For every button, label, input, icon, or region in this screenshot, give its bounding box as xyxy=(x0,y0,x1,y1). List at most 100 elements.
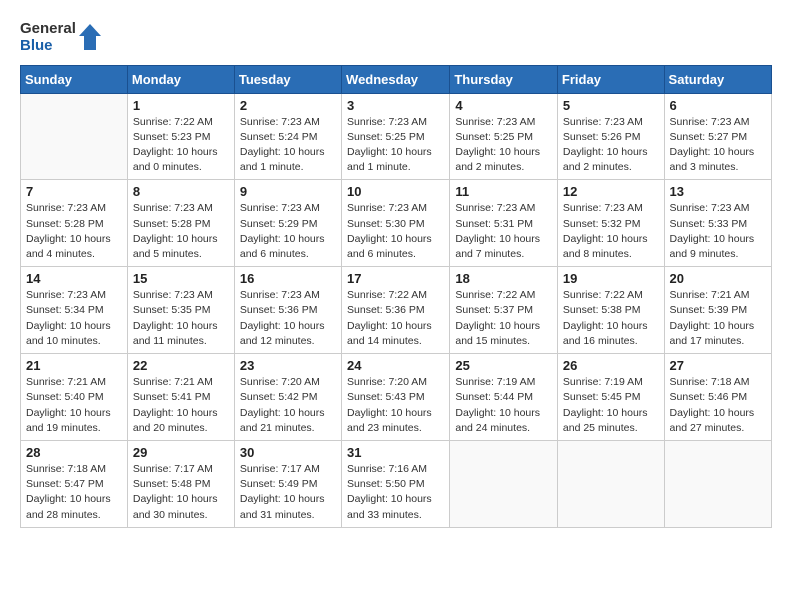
calendar-cell: 12Sunrise: 7:23 AMSunset: 5:32 PMDayligh… xyxy=(557,180,664,267)
day-number: 1 xyxy=(133,98,229,113)
day-number: 9 xyxy=(240,184,336,199)
day-number: 14 xyxy=(26,271,122,286)
day-number: 18 xyxy=(455,271,552,286)
logo-text-general: General xyxy=(20,20,76,37)
calendar-cell: 11Sunrise: 7:23 AMSunset: 5:31 PMDayligh… xyxy=(450,180,558,267)
col-header-wednesday: Wednesday xyxy=(342,65,450,93)
day-info: Sunrise: 7:19 AMSunset: 5:45 PMDaylight:… xyxy=(563,375,659,436)
calendar-cell: 27 Sunrise: 7:18 AMSunset: 5:46 PMDayligh… xyxy=(664,354,771,441)
day-info: Sunrise: 7:23 AMSunset: 5:26 PMDaylight:… xyxy=(563,115,659,176)
calendar-cell: 19Sunrise: 7:22 AMSunset: 5:38 PMDayligh… xyxy=(557,267,664,354)
day-info: Sunrise: 7:23 AMSunset: 5:28 PMDaylight:… xyxy=(26,201,122,262)
calendar-cell: 24 Sunrise: 7:20 AMSunset: 5:43 PMDayligh… xyxy=(342,354,450,441)
day-number: 3 xyxy=(347,98,444,113)
day-info: Sunrise: 7:17 AMSunset: 5:49 PMDaylight:… xyxy=(240,462,336,523)
day-info: Sunrise: 7:23 AMSunset: 5:30 PMDaylight:… xyxy=(347,201,444,262)
calendar-cell: 9 Sunrise: 7:23 AMSunset: 5:29 PMDaylight… xyxy=(234,180,341,267)
day-number: 16 xyxy=(240,271,336,286)
calendar-cell: 3 Sunrise: 7:23 AMSunset: 5:25 PMDaylight… xyxy=(342,93,450,180)
calendar-cell: 6 Sunrise: 7:23 AMSunset: 5:27 PMDaylight… xyxy=(664,93,771,180)
calendar-cell: 7 Sunrise: 7:23 AMSunset: 5:28 PMDaylight… xyxy=(21,180,128,267)
calendar-cell: 4 Sunrise: 7:23 AMSunset: 5:25 PMDaylight… xyxy=(450,93,558,180)
calendar-header-row: SundayMondayTuesdayWednesdayThursdayFrid… xyxy=(21,65,772,93)
day-info: Sunrise: 7:23 AMSunset: 5:25 PMDaylight:… xyxy=(455,115,552,176)
day-number: 12 xyxy=(563,184,659,199)
day-number: 2 xyxy=(240,98,336,113)
calendar-cell: 25Sunrise: 7:19 AMSunset: 5:44 PMDayligh… xyxy=(450,354,558,441)
day-number: 10 xyxy=(347,184,444,199)
day-info: Sunrise: 7:18 AMSunset: 5:47 PMDaylight:… xyxy=(26,462,122,523)
day-info: Sunrise: 7:23 AMSunset: 5:35 PMDaylight:… xyxy=(133,288,229,349)
day-info: Sunrise: 7:17 AMSunset: 5:48 PMDaylight:… xyxy=(133,462,229,523)
calendar-cell: 15 Sunrise: 7:23 AMSunset: 5:35 PMDayligh… xyxy=(127,267,234,354)
col-header-saturday: Saturday xyxy=(664,65,771,93)
calendar-week-row: 28Sunrise: 7:18 AMSunset: 5:47 PMDayligh… xyxy=(21,441,772,528)
calendar-cell: 28Sunrise: 7:18 AMSunset: 5:47 PMDayligh… xyxy=(21,441,128,528)
day-number: 5 xyxy=(563,98,659,113)
day-info: Sunrise: 7:22 AMSunset: 5:38 PMDaylight:… xyxy=(563,288,659,349)
day-number: 4 xyxy=(455,98,552,113)
day-info: Sunrise: 7:23 AMSunset: 5:24 PMDaylight:… xyxy=(240,115,336,176)
day-number: 29 xyxy=(133,445,229,460)
day-number: 30 xyxy=(240,445,336,460)
calendar-cell: 31Sunrise: 7:16 AMSunset: 5:50 PMDayligh… xyxy=(342,441,450,528)
calendar-cell xyxy=(450,441,558,528)
calendar-cell: 16 Sunrise: 7:23 AMSunset: 5:36 PMDayligh… xyxy=(234,267,341,354)
calendar-week-row: 21 Sunrise: 7:21 AMSunset: 5:40 PMDayligh… xyxy=(21,354,772,441)
calendar-cell xyxy=(664,441,771,528)
day-number: 7 xyxy=(26,184,122,199)
day-number: 26 xyxy=(563,358,659,373)
day-info: Sunrise: 7:23 AMSunset: 5:34 PMDaylight:… xyxy=(26,288,122,349)
day-number: 8 xyxy=(133,184,229,199)
day-number: 13 xyxy=(670,184,766,199)
day-info: Sunrise: 7:23 AMSunset: 5:27 PMDaylight:… xyxy=(670,115,766,176)
day-info: Sunrise: 7:19 AMSunset: 5:44 PMDaylight:… xyxy=(455,375,552,436)
logo-wordmark: General Blue xyxy=(20,20,101,55)
day-number: 17 xyxy=(347,271,444,286)
col-header-monday: Monday xyxy=(127,65,234,93)
day-number: 20 xyxy=(670,271,766,286)
calendar-week-row: 7 Sunrise: 7:23 AMSunset: 5:28 PMDaylight… xyxy=(21,180,772,267)
calendar-cell: 8Sunrise: 7:23 AMSunset: 5:28 PMDaylight… xyxy=(127,180,234,267)
logo: General Blue xyxy=(20,20,101,55)
calendar-cell: 23Sunrise: 7:20 AMSunset: 5:42 PMDayligh… xyxy=(234,354,341,441)
day-number: 27 xyxy=(670,358,766,373)
calendar-cell: 13 Sunrise: 7:23 AMSunset: 5:33 PMDayligh… xyxy=(664,180,771,267)
logo-bird-icon xyxy=(79,22,101,52)
day-info: Sunrise: 7:21 AMSunset: 5:39 PMDaylight:… xyxy=(670,288,766,349)
calendar-week-row: 1 Sunrise: 7:22 AMSunset: 5:23 PMDaylight… xyxy=(21,93,772,180)
day-info: Sunrise: 7:21 AMSunset: 5:40 PMDaylight:… xyxy=(26,375,122,436)
calendar-cell xyxy=(21,93,128,180)
header: General Blue xyxy=(20,20,772,55)
day-info: Sunrise: 7:22 AMSunset: 5:23 PMDaylight:… xyxy=(133,115,229,176)
logo-text-blue: Blue xyxy=(20,37,76,54)
col-header-sunday: Sunday xyxy=(21,65,128,93)
day-info: Sunrise: 7:22 AMSunset: 5:37 PMDaylight:… xyxy=(455,288,552,349)
day-number: 22 xyxy=(133,358,229,373)
day-info: Sunrise: 7:23 AMSunset: 5:36 PMDaylight:… xyxy=(240,288,336,349)
day-info: Sunrise: 7:22 AMSunset: 5:36 PMDaylight:… xyxy=(347,288,444,349)
calendar-cell: 20 Sunrise: 7:21 AMSunset: 5:39 PMDayligh… xyxy=(664,267,771,354)
calendar-week-row: 14 Sunrise: 7:23 AMSunset: 5:34 PMDayligh… xyxy=(21,267,772,354)
day-info: Sunrise: 7:23 AMSunset: 5:29 PMDaylight:… xyxy=(240,201,336,262)
day-number: 21 xyxy=(26,358,122,373)
calendar-cell: 18 Sunrise: 7:22 AMSunset: 5:37 PMDayligh… xyxy=(450,267,558,354)
day-info: Sunrise: 7:21 AMSunset: 5:41 PMDaylight:… xyxy=(133,375,229,436)
calendar-cell: 21 Sunrise: 7:21 AMSunset: 5:40 PMDayligh… xyxy=(21,354,128,441)
calendar-cell: 1 Sunrise: 7:22 AMSunset: 5:23 PMDaylight… xyxy=(127,93,234,180)
day-info: Sunrise: 7:20 AMSunset: 5:43 PMDaylight:… xyxy=(347,375,444,436)
calendar-cell: 29 Sunrise: 7:17 AMSunset: 5:48 PMDayligh… xyxy=(127,441,234,528)
day-number: 15 xyxy=(133,271,229,286)
day-info: Sunrise: 7:23 AMSunset: 5:31 PMDaylight:… xyxy=(455,201,552,262)
day-number: 23 xyxy=(240,358,336,373)
calendar-cell: 5 Sunrise: 7:23 AMSunset: 5:26 PMDaylight… xyxy=(557,93,664,180)
day-info: Sunrise: 7:23 AMSunset: 5:33 PMDaylight:… xyxy=(670,201,766,262)
day-info: Sunrise: 7:23 AMSunset: 5:25 PMDaylight:… xyxy=(347,115,444,176)
day-number: 24 xyxy=(347,358,444,373)
day-info: Sunrise: 7:16 AMSunset: 5:50 PMDaylight:… xyxy=(347,462,444,523)
day-info: Sunrise: 7:18 AMSunset: 5:46 PMDaylight:… xyxy=(670,375,766,436)
col-header-tuesday: Tuesday xyxy=(234,65,341,93)
day-number: 6 xyxy=(670,98,766,113)
col-header-thursday: Thursday xyxy=(450,65,558,93)
calendar-table: SundayMondayTuesdayWednesdayThursdayFrid… xyxy=(20,65,772,528)
